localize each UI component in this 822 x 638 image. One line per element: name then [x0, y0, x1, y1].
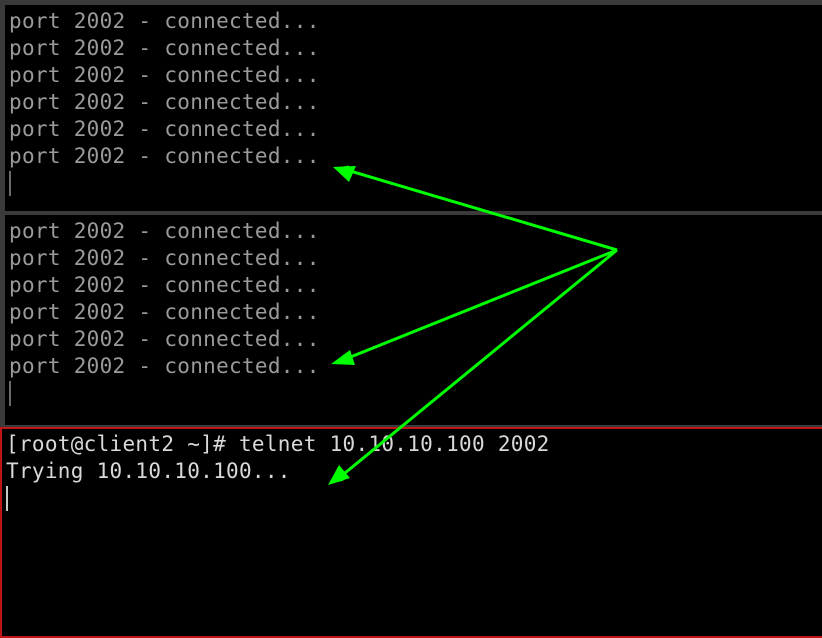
- terminal-cursor: [6, 486, 550, 511]
- terminal-output: port 2002 - connected... port 2002 - con…: [9, 8, 320, 196]
- output-line: port 2002 - connected...: [9, 354, 320, 378]
- terminal-pane-top[interactable]: port 2002 - connected... port 2002 - con…: [0, 0, 822, 215]
- output-line: port 2002 - connected...: [9, 90, 320, 114]
- terminal-pane-active[interactable]: [root@client2 ~]# telnet 10.10.10.100 20…: [0, 427, 822, 638]
- command-line: [root@client2 ~]# telnet 10.10.10.100 20…: [6, 432, 550, 456]
- output-line: port 2002 - connected...: [9, 246, 320, 270]
- terminal-pane-middle[interactable]: port 2002 - connected... port 2002 - con…: [0, 215, 822, 427]
- output-line: Trying 10.10.10.100...: [6, 459, 291, 483]
- output-line: port 2002 - connected...: [9, 273, 320, 297]
- output-line: port 2002 - connected...: [9, 36, 320, 60]
- output-line: port 2002 - connected...: [9, 9, 320, 33]
- output-line: port 2002 - connected...: [9, 300, 320, 324]
- terminal-cursor: [9, 171, 320, 196]
- output-line: port 2002 - connected...: [9, 219, 320, 243]
- terminal-cursor: [9, 381, 320, 406]
- output-line: port 2002 - connected...: [9, 144, 320, 168]
- output-line: port 2002 - connected...: [9, 117, 320, 141]
- output-line: port 2002 - connected...: [9, 327, 320, 351]
- terminal-output: port 2002 - connected... port 2002 - con…: [9, 218, 320, 406]
- output-line: port 2002 - connected...: [9, 63, 320, 87]
- terminal-output: [root@client2 ~]# telnet 10.10.10.100 20…: [6, 431, 550, 511]
